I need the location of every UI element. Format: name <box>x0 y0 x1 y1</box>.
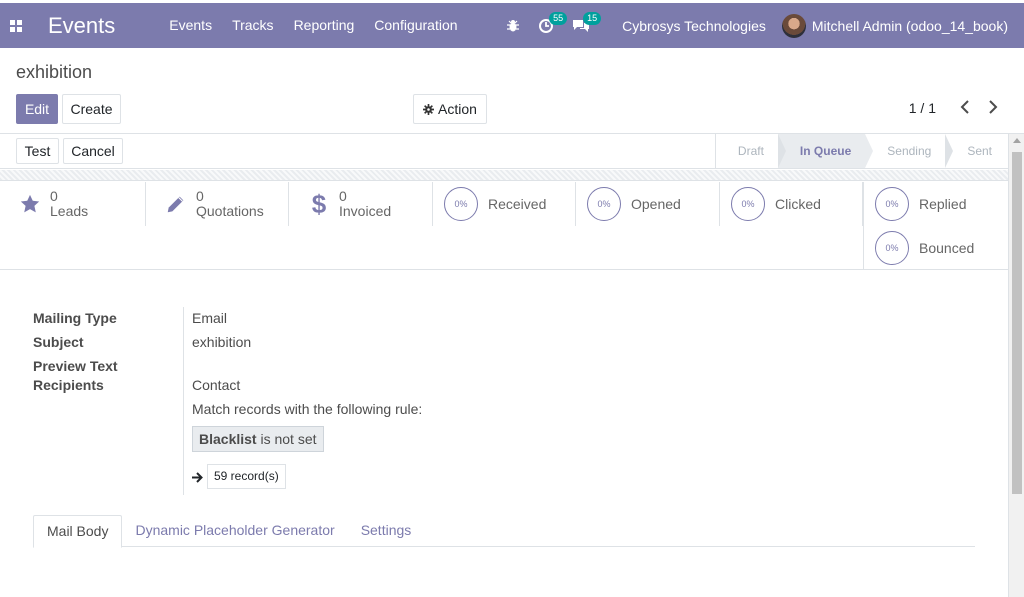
star-icon <box>16 193 44 215</box>
mailing-type-value[interactable]: Email <box>192 310 227 326</box>
domain-rule-intro: Match records with the following rule: <box>192 401 423 417</box>
bounced-progress-ring: 0% <box>875 231 909 265</box>
debug-bug-icon[interactable] <box>497 3 529 48</box>
subject-value[interactable]: exhibition <box>192 334 251 350</box>
company-switcher[interactable]: Cybrosys Technologies <box>612 18 782 34</box>
records-count-button[interactable]: 59 record(s) <box>207 464 286 489</box>
quotations-count: 0 <box>196 188 204 204</box>
stage-pipeline: Draft In Queue Sending Sent <box>714 134 1008 168</box>
received-progress-ring: 0% <box>444 187 478 221</box>
form-sheet-top-pattern <box>0 170 1008 181</box>
leads-count: 0 <box>50 188 58 204</box>
gear-icon <box>423 103 435 115</box>
apps-menu-icon[interactable] <box>0 3 32 48</box>
replied-label: Replied <box>919 196 967 212</box>
recipients-label: Recipients <box>33 377 104 393</box>
received-stat-button[interactable]: 0% Received <box>433 182 576 226</box>
dollar-icon: $ <box>311 188 327 219</box>
opened-label: Opened <box>631 196 681 212</box>
form-notebook-tabs: Mail Body Dynamic Placeholder Generator … <box>33 515 975 548</box>
activity-clock-icon[interactable]: 55 <box>529 3 568 48</box>
invoiced-label: Invoiced <box>339 203 392 219</box>
user-name: Mitchell Admin (odoo_14_book) <box>811 17 1008 34</box>
cancel-button[interactable]: Cancel <box>63 138 123 164</box>
action-button[interactable]: Action <box>413 94 487 124</box>
scroll-up-arrow-icon[interactable] <box>1013 138 1021 143</box>
leads-label: Leads <box>50 203 89 219</box>
leads-stat-button[interactable]: 0 Leads <box>0 182 146 226</box>
rule-field: Blacklist <box>199 431 257 447</box>
menu-reporting[interactable]: Reporting <box>284 3 365 48</box>
menu-tracks[interactable]: Tracks <box>222 3 283 48</box>
opened-stat-button[interactable]: 0% Opened <box>576 182 720 226</box>
breadcrumb: exhibition <box>16 62 93 82</box>
replied-stat-button[interactable]: 0% Replied <box>863 182 1008 226</box>
app-title[interactable]: Events <box>48 13 115 39</box>
menu-configuration[interactable]: Configuration <box>364 3 467 48</box>
smart-buttons: 0 Leads 0 Quotations $ 0 Invoiced 0% Receiv… <box>0 182 1008 270</box>
stage-in-queue: In Queue <box>777 134 874 168</box>
messages-badge: 15 <box>583 12 602 25</box>
received-label: Received <box>488 196 547 212</box>
preview-text-label: Preview Text <box>33 358 118 374</box>
stage-sent: Sent <box>967 144 992 158</box>
pencil-icon <box>162 193 190 215</box>
messages-chat-icon[interactable]: 15 <box>563 3 612 48</box>
clicked-progress-ring: 0% <box>731 187 765 221</box>
control-panel: exhibition Edit Create Action 1 / 1 <box>0 48 1024 134</box>
user-menu[interactable]: Mitchell Admin (odoo_14_book) <box>781 13 1024 38</box>
test-button[interactable]: Test <box>16 138 59 164</box>
bounced-stat-button[interactable]: 0% Bounced <box>863 226 1008 270</box>
action-label: Action <box>438 101 477 117</box>
form-statusbar: Test Cancel Draft In Queue Sending Sent <box>0 134 1008 169</box>
arrow-right-icon <box>192 471 204 486</box>
pager-next-chevron-right-icon[interactable] <box>988 100 998 119</box>
mailing-form: Mailing Type Email Subject exhibition Pr… <box>0 271 1008 597</box>
stage-sending: Sending <box>865 134 954 168</box>
clicked-label: Clicked <box>775 196 821 212</box>
quotations-stat-button[interactable]: 0 Quotations <box>146 182 289 226</box>
domain-rule-chip[interactable]: Blacklist is not set <box>192 426 324 452</box>
mailing-type-label: Mailing Type <box>33 310 117 326</box>
avatar <box>781 13 806 38</box>
vertical-scrollbar[interactable] <box>1008 134 1024 597</box>
replied-progress-ring: 0% <box>875 187 909 221</box>
menu-events[interactable]: Events <box>159 3 222 48</box>
recipients-value[interactable]: Contact <box>192 377 240 393</box>
opened-progress-ring: 0% <box>587 187 621 221</box>
invoiced-stat-button[interactable]: $ 0 Invoiced <box>289 182 433 226</box>
tab-mail-body[interactable]: Mail Body <box>33 515 123 548</box>
bounced-label: Bounced <box>919 240 975 256</box>
subject-label: Subject <box>33 334 84 350</box>
invoiced-count: 0 <box>339 188 347 204</box>
pager-previous-chevron-left-icon[interactable] <box>960 100 970 119</box>
systray: 55 15 Cybrosys Technologies Mitchell Adm… <box>497 3 1024 48</box>
scrollbar-thumb[interactable] <box>1012 152 1022 494</box>
tab-dynamic-placeholder-generator[interactable]: Dynamic Placeholder Generator <box>122 515 347 546</box>
pager-value[interactable]: 1 / 1 <box>909 100 936 116</box>
edit-button[interactable]: Edit <box>16 94 58 124</box>
field-divider <box>183 307 184 495</box>
main-menu: Events Tracks Reporting Configuration <box>159 3 467 48</box>
stage-draft: Draft <box>714 134 786 168</box>
create-button[interactable]: Create <box>62 94 121 124</box>
quotations-label: Quotations <box>196 203 264 219</box>
tab-settings[interactable]: Settings <box>348 515 425 546</box>
rule-operator: is not set <box>260 431 317 447</box>
top-navbar: Events Events Tracks Reporting Configura… <box>0 0 1024 48</box>
clicked-stat-button[interactable]: 0% Clicked <box>720 182 863 226</box>
